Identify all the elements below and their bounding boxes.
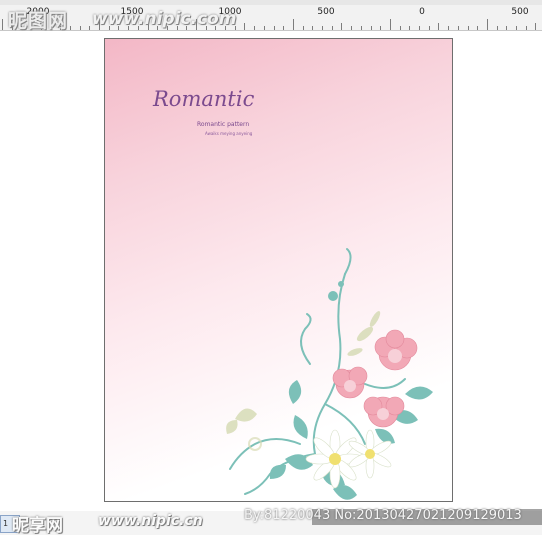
flower-decoration-icon bbox=[226, 248, 433, 500]
ruler-tick bbox=[526, 26, 527, 30]
ruler-tick bbox=[438, 23, 439, 30]
ruler-tick bbox=[497, 26, 498, 30]
watermark-brand-bottom: 昵享网 bbox=[12, 516, 63, 536]
ruler-tick bbox=[312, 26, 313, 30]
ruler-tick bbox=[293, 19, 294, 30]
watermark-brand: 昵图网 bbox=[8, 10, 69, 32]
ruler-tick bbox=[70, 26, 71, 30]
ruler-tick bbox=[429, 26, 430, 30]
ruler-tick bbox=[341, 23, 342, 30]
ruler-tick bbox=[371, 26, 372, 30]
ruler-tick bbox=[535, 23, 536, 30]
ruler-tick bbox=[506, 26, 507, 30]
image-id: By:81220043 No:20130427021209129013 bbox=[244, 508, 522, 523]
ruler-tick bbox=[361, 26, 362, 30]
ruler-tick bbox=[254, 26, 255, 30]
ruler-label: 0 bbox=[419, 7, 425, 17]
page-title: Romantic bbox=[153, 87, 255, 111]
watermark-url: www.nipic.com bbox=[92, 9, 237, 29]
ruler-tick bbox=[390, 19, 391, 30]
ruler-tick bbox=[332, 26, 333, 30]
horizontal-ruler: 2000 1500 1000 500 0 500 bbox=[0, 0, 542, 31]
ruler-tick bbox=[303, 26, 304, 30]
ruler-tick bbox=[458, 26, 459, 30]
ruler-tick bbox=[400, 26, 401, 30]
page-subtitle: Romantic pattern bbox=[197, 121, 250, 128]
ruler-tick bbox=[322, 26, 323, 30]
ruler-tick bbox=[283, 26, 284, 30]
page-subline: Awaiks meying anyeing bbox=[205, 131, 253, 136]
ruler-tick bbox=[274, 26, 275, 30]
ruler-tick bbox=[477, 26, 478, 30]
ruler-tick bbox=[419, 26, 420, 30]
ruler-tick bbox=[264, 26, 265, 30]
ruler-tick bbox=[487, 19, 488, 30]
ruler-tick bbox=[380, 26, 381, 30]
document-page[interactable]: Romantic Romantic pattern Awaiks meying … bbox=[104, 38, 453, 502]
ruler-tick bbox=[244, 23, 245, 30]
ruler-tick bbox=[448, 26, 449, 30]
ruler-tick bbox=[516, 26, 517, 30]
ruler-label: 500 bbox=[317, 7, 335, 17]
ruler-tick bbox=[2, 19, 3, 30]
ruler-top-band bbox=[0, 0, 542, 5]
watermark-url-bottom: www.nipic.cn bbox=[98, 513, 203, 529]
ruler-tick bbox=[80, 26, 81, 30]
ruler-label: 500 bbox=[511, 7, 529, 17]
ruler-tick bbox=[468, 26, 469, 30]
ruler-tick bbox=[351, 26, 352, 30]
ruler-tick bbox=[89, 26, 90, 30]
ruler-tick bbox=[409, 26, 410, 30]
